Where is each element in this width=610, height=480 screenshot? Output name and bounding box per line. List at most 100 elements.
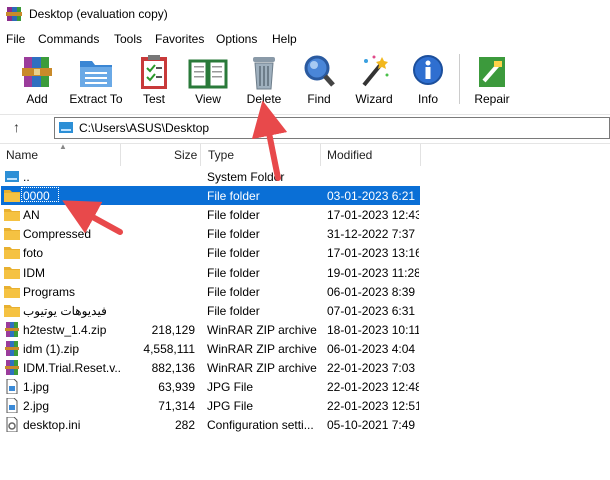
repair-icon [479, 57, 505, 87]
file-name: AN [23, 208, 40, 223]
wizard-button[interactable]: Wizard [352, 50, 396, 110]
file-row[interactable]: foto File folder 17-01-2023 13:16 [0, 243, 610, 262]
file-type: File folder [207, 189, 260, 204]
file-row[interactable]: AN File folder 17-01-2023 12:43 [0, 205, 610, 224]
file-modified: 06-01-2023 4:04 [327, 341, 416, 356]
file-row[interactable]: .. System Folder [0, 167, 610, 186]
view-label: View [195, 92, 221, 106]
file-row[interactable]: desktop.ini 282 Configuration setti... 05-1… [0, 415, 610, 434]
file-row[interactable]: IDM File folder 19-01-2023 11:28 [0, 263, 610, 282]
file-type: File folder [207, 227, 260, 242]
column-name[interactable]: Name [6, 144, 38, 166]
add-button[interactable]: Add [14, 50, 60, 110]
file-name: idm (1).zip [23, 341, 80, 356]
menu-options[interactable]: Options [216, 32, 257, 46]
file-modified: 22-01-2023 7:03 [327, 361, 416, 375]
file-row[interactable]: IDM.Trial.Reset.v... 882,136 WinRAR ZIP ar… [0, 358, 610, 377]
address-row: ↑ C:\Users\ASUS\Desktop [0, 114, 610, 144]
file-modified: 06-01-2023 8:39 [327, 284, 416, 299]
trash-icon [253, 57, 275, 90]
drive-icon [59, 122, 73, 133]
column-divider[interactable] [200, 144, 201, 166]
file-name: .. [23, 170, 30, 184]
column-divider[interactable] [420, 144, 421, 166]
find-button[interactable]: Find [300, 50, 338, 110]
file-name: 2.jpg [23, 399, 50, 414]
menu-commands[interactable]: Commands [38, 32, 99, 46]
file-row[interactable]: فيديوهات يوتيوب File folder 07-01-2023 6:3… [0, 301, 610, 320]
file-type: File folder [207, 246, 260, 261]
column-header: ▲ Name Size Type Modified [0, 142, 610, 166]
winrar-app-icon [6, 7, 22, 21]
menu-tools[interactable]: Tools [114, 32, 142, 46]
file-size: 282 [174, 418, 195, 433]
file-name: desktop.ini [23, 418, 81, 433]
address-bar[interactable]: C:\Users\ASUS\Desktop [54, 117, 610, 139]
column-modified[interactable]: Modified [327, 144, 372, 166]
file-modified: 07-01-2023 6:31 [327, 303, 416, 318]
file-modified: 18-01-2023 10:11 [327, 322, 419, 337]
file-type: WinRAR ZIP archive [207, 322, 317, 337]
file-modified: 05-10-2021 7:49 [327, 418, 416, 433]
sort-ascending-icon: ▲ [59, 142, 67, 151]
file-modified: 17-01-2023 12:43 [327, 208, 419, 223]
file-type: File folder [207, 284, 260, 299]
info-icon [413, 55, 443, 85]
file-row[interactable]: 0000 File folder 03-01-2023 6:21 [0, 186, 610, 206]
file-size: 218,129 [151, 322, 195, 337]
column-type[interactable]: Type [208, 144, 234, 166]
menu-favorites[interactable]: Favorites [155, 32, 204, 46]
view-button[interactable]: View [186, 50, 230, 110]
file-name: Compressed [23, 227, 92, 242]
column-divider[interactable] [320, 144, 321, 166]
info-button[interactable]: Info [411, 50, 445, 110]
up-folder-icon[interactable]: ↑ [13, 119, 20, 135]
extract-to-button[interactable]: Extract To [67, 50, 125, 110]
file-name: فيديوهات يوتيوب [23, 303, 107, 318]
repair-label: Repair [474, 92, 510, 106]
file-type: JPG File [207, 380, 254, 395]
repair-button[interactable]: Repair [473, 50, 511, 110]
file-type: Configuration setti... [207, 418, 314, 433]
delete-label: Delete [246, 92, 282, 106]
view-book-icon [188, 59, 228, 89]
column-size[interactable]: Size [174, 144, 197, 166]
file-name: IDM.Trial.Reset.v... [23, 361, 121, 375]
file-type: File folder [207, 265, 260, 280]
file-modified: 22-01-2023 12:51 [327, 399, 419, 414]
find-label: Find [307, 92, 331, 106]
toolbar: Add Extract To Test View Delete Find Wiz… [0, 50, 610, 112]
file-name: 0000 [23, 189, 50, 204]
add-archive-icon [22, 57, 52, 87]
wizard-wand-icon [362, 55, 389, 87]
test-label: Test [142, 92, 165, 106]
file-type: WinRAR ZIP archive [207, 361, 317, 375]
file-type: File folder [207, 208, 260, 223]
file-type: WinRAR ZIP archive [207, 341, 317, 356]
wizard-label: Wizard [355, 92, 393, 106]
menu-file[interactable]: File [6, 32, 25, 46]
file-row[interactable]: idm (1).zip 4,558,111 WinRAR ZIP archive 06… [0, 339, 610, 358]
file-type: JPG File [207, 399, 254, 414]
add-button-label: Add [26, 92, 48, 106]
file-name: h2testw_1.4.zip [23, 322, 107, 337]
file-size: 71,314 [158, 399, 195, 414]
file-row[interactable]: Programs File folder 06-01-2023 8:39 [0, 282, 610, 301]
title-bar: Desktop (evaluation copy) [0, 0, 610, 28]
delete-button[interactable]: Delete [243, 50, 285, 110]
file-row[interactable]: 2.jpg 71,314 JPG File 22-01-2023 12:51 [0, 396, 610, 415]
menu-help[interactable]: Help [272, 32, 297, 46]
file-name: 1.jpg [23, 380, 50, 395]
file-row[interactable]: 1.jpg 63,939 JPG File 22-01-2023 12:48 [0, 377, 610, 396]
menu-bar: File Commands Tools Favorites Options He… [0, 29, 610, 49]
file-row[interactable]: h2testw_1.4.zip 218,129 WinRAR ZIP archive… [0, 320, 610, 339]
file-type: File folder [207, 303, 260, 318]
address-path: C:\Users\ASUS\Desktop [79, 121, 210, 135]
file-row[interactable]: Compressed File folder 31-12-2022 7:37 [0, 224, 610, 243]
column-divider[interactable] [120, 144, 121, 166]
file-modified: 03-01-2023 6:21 [327, 189, 416, 204]
test-button[interactable]: Test [134, 50, 174, 110]
file-type: System Folder [207, 170, 285, 184]
window-title: Desktop (evaluation copy) [29, 7, 168, 21]
file-size: 882,136 [151, 361, 195, 375]
